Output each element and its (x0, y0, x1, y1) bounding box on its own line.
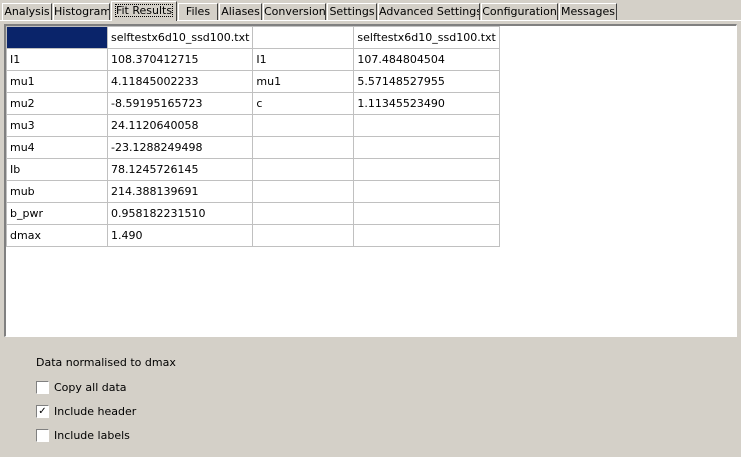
param-value-cell[interactable]: 5.57148527955 (353, 70, 500, 93)
param-value-cell[interactable] (353, 114, 500, 137)
param-name-cell[interactable] (252, 180, 355, 203)
param-name-cell[interactable]: mu4 (6, 136, 108, 159)
param-value-cell[interactable]: -23.1288249498 (106, 136, 254, 159)
tab-files[interactable]: Files (178, 3, 218, 20)
param-value-cell[interactable] (353, 224, 500, 247)
param-name-cell[interactable] (252, 158, 355, 181)
tab-conversion[interactable]: Conversion (263, 3, 326, 20)
table-row: mu3 24.1120640058 (6, 114, 500, 137)
normalisation-note: Data normalised to dmax (36, 356, 176, 369)
param-name-cell[interactable]: Ib (6, 158, 108, 181)
table-row: Ib 78.1245726145 (6, 158, 500, 181)
param-name-cell[interactable] (252, 114, 355, 137)
table-row: b_pwr 0.958182231510 (6, 202, 500, 225)
tab-settings[interactable]: Settings (327, 3, 377, 20)
include-labels-label: Include labels (54, 429, 130, 442)
param-value-cell[interactable]: 1.11345523490 (353, 92, 500, 115)
param-name-cell[interactable]: dmax (6, 224, 108, 247)
param-value-cell[interactable]: 1.490 (106, 224, 254, 247)
options-panel: Data normalised to dmax Copy all data ✓ … (0, 345, 741, 457)
table-row: mu2 -8.59195165723 c 1.11345523490 (6, 92, 500, 115)
copy-all-data-checkbox[interactable] (36, 381, 49, 394)
param-value-cell[interactable]: -8.59195165723 (106, 92, 254, 115)
param-name-cell[interactable]: I1 (252, 48, 355, 71)
results-table: selftestx6d10_ssd100.txt selftestx6d10_s… (6, 26, 500, 247)
param-value-cell[interactable] (353, 202, 500, 225)
grid-cell[interactable] (252, 26, 355, 49)
tab-analysis[interactable]: Analysis (2, 3, 52, 20)
param-value-cell[interactable] (353, 180, 500, 203)
tab-strip: Analysis Histogram Fit Results Files Ali… (0, 0, 741, 22)
param-name-cell[interactable] (252, 224, 355, 247)
param-value-cell[interactable]: 107.484804504 (353, 48, 500, 71)
tab-histogram[interactable]: Histogram (53, 3, 110, 20)
param-name-cell[interactable]: c (252, 92, 355, 115)
param-value-cell[interactable]: 78.1245726145 (106, 158, 254, 181)
grid-corner-cell[interactable] (6, 26, 108, 49)
param-value-cell[interactable]: 4.11845002233 (106, 70, 254, 93)
param-value-cell[interactable] (353, 158, 500, 181)
tab-configuration[interactable]: Configuration (481, 3, 558, 20)
table-row: mu1 4.11845002233 mu1 5.57148527955 (6, 70, 500, 93)
param-name-cell[interactable] (252, 202, 355, 225)
table-row: dmax 1.490 (6, 224, 500, 247)
param-name-cell[interactable] (252, 136, 355, 159)
param-name-cell[interactable]: mu1 (6, 70, 108, 93)
param-value-cell[interactable] (353, 136, 500, 159)
copy-all-data-label: Copy all data (54, 381, 127, 394)
param-value-cell[interactable]: 108.370412715 (106, 48, 254, 71)
tab-aliases[interactable]: Aliases (219, 3, 262, 20)
table-row: mub 214.388139691 (6, 180, 500, 203)
param-name-cell[interactable]: I1 (6, 48, 108, 71)
table-row: I1 108.370412715 I1 107.484804504 (6, 48, 500, 71)
tab-advanced-settings[interactable]: Advanced Settings (378, 3, 480, 20)
param-name-cell[interactable]: mu2 (6, 92, 108, 115)
fit-results-grid[interactable]: selftestx6d10_ssd100.txt selftestx6d10_s… (4, 24, 737, 337)
param-value-cell[interactable]: 24.1120640058 (106, 114, 254, 137)
tab-messages[interactable]: Messages (559, 3, 617, 20)
param-value-cell[interactable]: 214.388139691 (106, 180, 254, 203)
table-row: mu4 -23.1288249498 (6, 136, 500, 159)
include-header-label: Include header (54, 405, 137, 418)
file-header-cell[interactable]: selftestx6d10_ssd100.txt (106, 26, 254, 49)
param-name-cell[interactable]: b_pwr (6, 202, 108, 225)
param-name-cell[interactable]: mub (6, 180, 108, 203)
tab-fit-results[interactable]: Fit Results (111, 1, 177, 21)
header-row: selftestx6d10_ssd100.txt selftestx6d10_s… (6, 26, 500, 49)
file-header-cell[interactable]: selftestx6d10_ssd100.txt (353, 26, 500, 49)
param-name-cell[interactable]: mu1 (252, 70, 355, 93)
param-value-cell[interactable]: 0.958182231510 (106, 202, 254, 225)
include-header-checkbox[interactable]: ✓ (36, 405, 49, 418)
param-name-cell[interactable]: mu3 (6, 114, 108, 137)
include-labels-checkbox[interactable] (36, 429, 49, 442)
